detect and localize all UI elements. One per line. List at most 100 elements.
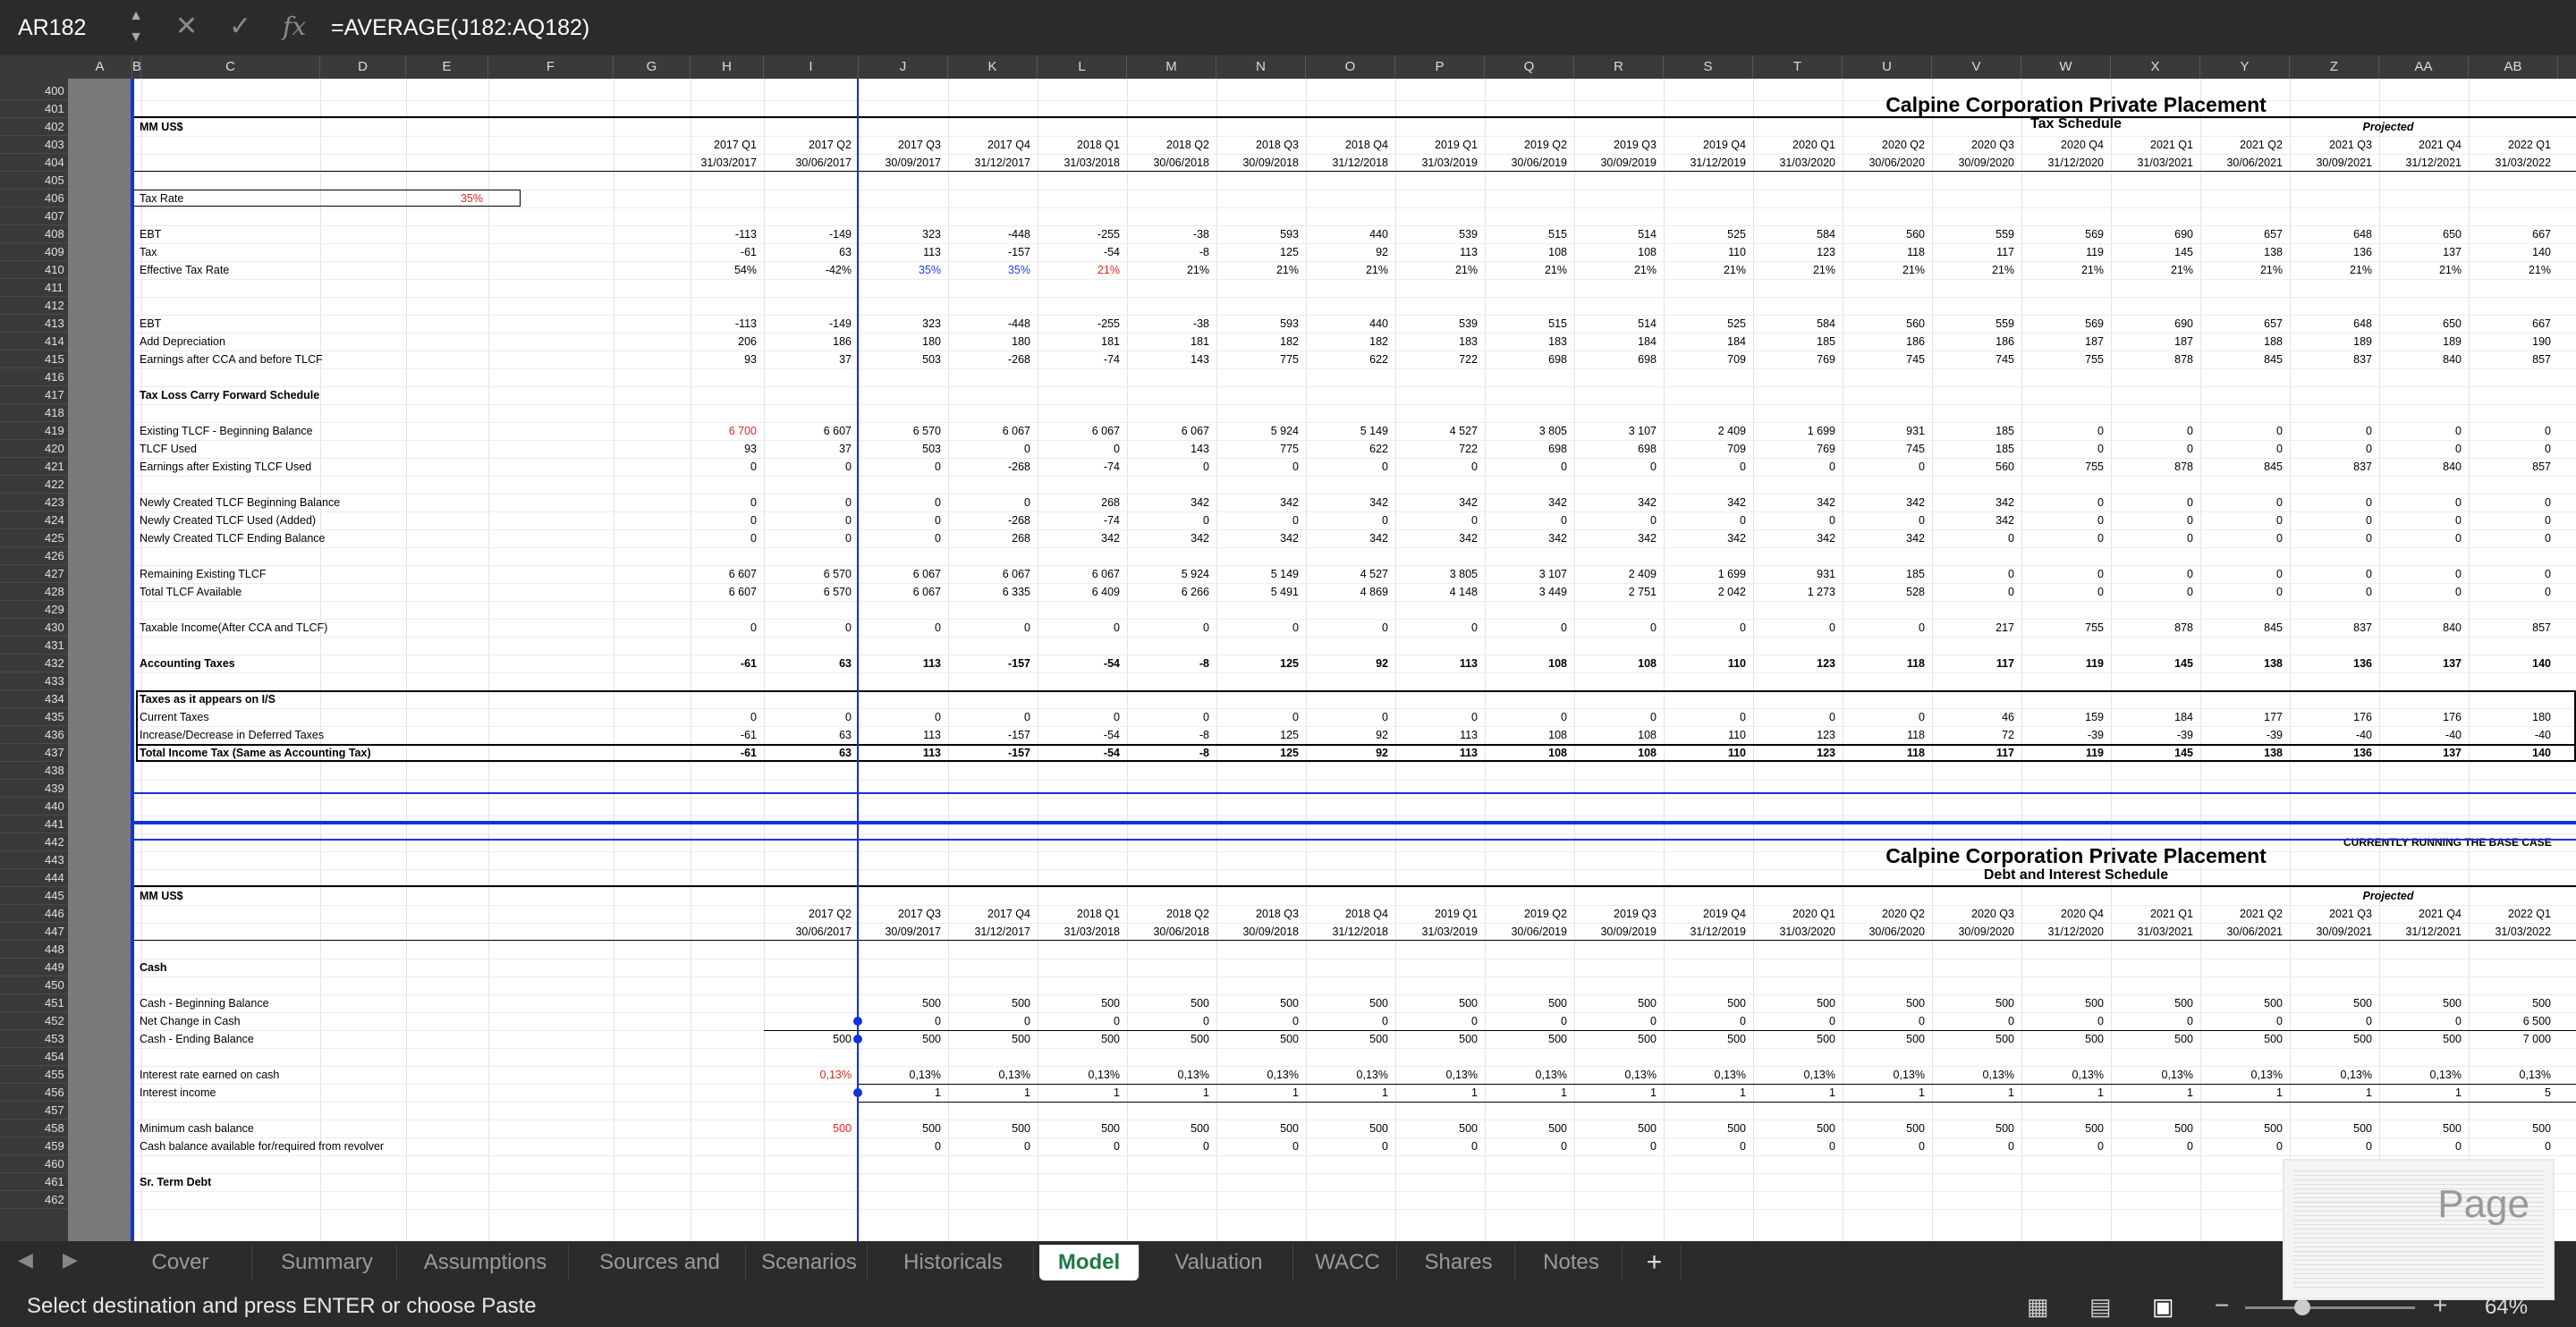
sheet-tab-historicals[interactable]: Historicals	[873, 1245, 1034, 1281]
sheet-tab-wacc[interactable]: WACC	[1299, 1245, 1397, 1281]
row-header-406[interactable]: 406	[0, 190, 68, 207]
row-header-430[interactable]: 430	[0, 619, 68, 637]
row-header-405[interactable]: 405	[0, 172, 68, 190]
zoom-slider-thumb[interactable]	[2294, 1299, 2310, 1315]
row-header-458[interactable]: 458	[0, 1120, 68, 1137]
row-header-424[interactable]: 424	[0, 511, 68, 529]
formula-input[interactable]: =AVERAGE(J182:AQ182)	[331, 7, 589, 48]
row-header-427[interactable]: 427	[0, 565, 68, 583]
row-header-413[interactable]: 413	[0, 315, 68, 333]
zoom-slider[interactable]	[2245, 1306, 2415, 1309]
row-header-410[interactable]: 410	[0, 261, 68, 279]
row-header-423[interactable]: 423	[0, 494, 68, 511]
sheet-tab-valuation[interactable]: Valuation	[1145, 1245, 1293, 1281]
row-header-414[interactable]: 414	[0, 333, 68, 351]
row-header-418[interactable]: 418	[0, 404, 68, 422]
column-header-z[interactable]: Z	[2290, 55, 2379, 79]
row-header-440[interactable]: 440	[0, 798, 68, 816]
row-header-408[interactable]: 408	[0, 225, 68, 243]
row-header-404[interactable]: 404	[0, 154, 68, 172]
row-header-441[interactable]: 441	[0, 816, 68, 833]
row-header-425[interactable]: 425	[0, 529, 68, 547]
row-header-420[interactable]: 420	[0, 440, 68, 458]
row-header-422[interactable]: 422	[0, 476, 68, 494]
enter-icon[interactable]: ✓	[229, 11, 251, 43]
column-header-s[interactable]: S	[1664, 55, 1753, 79]
prev-sheet-icon[interactable]: ◀	[18, 1248, 33, 1272]
column-header-aa[interactable]: AA	[2379, 55, 2469, 79]
row-header-443[interactable]: 443	[0, 851, 68, 869]
row-header-402[interactable]: 402	[0, 118, 68, 136]
page-preview-thumbnail[interactable]: Page	[2283, 1159, 2555, 1300]
column-header-x[interactable]: X	[2111, 55, 2200, 79]
row-header-421[interactable]: 421	[0, 458, 68, 476]
sheet-grid[interactable]: Calpine Corporation Private Placement Tax…	[68, 79, 2576, 1241]
row-header-400[interactable]: 400	[0, 82, 68, 100]
row-header-462[interactable]: 462	[0, 1191, 68, 1209]
row-header-452[interactable]: 452	[0, 1012, 68, 1030]
zoom-out-icon[interactable]: −	[2215, 1291, 2229, 1320]
cancel-icon[interactable]: ✕	[175, 11, 198, 43]
column-header-v[interactable]: V	[1932, 55, 2021, 79]
page-layout-view-icon[interactable]: ▤	[2089, 1293, 2112, 1321]
sheet-tab-assumptions[interactable]: Assumptions	[402, 1245, 569, 1281]
name-box[interactable]: AR182	[0, 7, 125, 48]
row-header-403[interactable]: 403	[0, 136, 68, 154]
row-header-409[interactable]: 409	[0, 243, 68, 261]
name-box-stepper-icon[interactable]: ▲ ▼	[127, 5, 145, 50]
page-break-view-icon[interactable]: ▣	[2152, 1293, 2174, 1321]
column-header-r[interactable]: R	[1574, 55, 1664, 79]
row-header-455[interactable]: 455	[0, 1066, 68, 1084]
row-header-401[interactable]: 401	[0, 100, 68, 118]
column-header-b[interactable]: B	[132, 55, 141, 79]
row-header-411[interactable]: 411	[0, 279, 68, 297]
column-header-j[interactable]: J	[859, 55, 948, 79]
row-header-456[interactable]: 456	[0, 1084, 68, 1102]
column-header-w[interactable]: W	[2021, 55, 2111, 79]
column-header-p[interactable]: P	[1395, 55, 1485, 79]
row-header-432[interactable]: 432	[0, 655, 68, 672]
row-header-459[interactable]: 459	[0, 1137, 68, 1155]
row-header-428[interactable]: 428	[0, 583, 68, 601]
row-header-437[interactable]: 437	[0, 744, 68, 762]
column-header-o[interactable]: O	[1306, 55, 1395, 79]
row-header-438[interactable]: 438	[0, 762, 68, 780]
next-sheet-icon[interactable]: ▶	[63, 1248, 78, 1272]
row-header-434[interactable]: 434	[0, 690, 68, 708]
row-header-446[interactable]: 446	[0, 905, 68, 923]
add-sheet-icon[interactable]: +	[1628, 1245, 1682, 1281]
column-header-q[interactable]: Q	[1485, 55, 1574, 79]
column-header-t[interactable]: T	[1753, 55, 1843, 79]
column-header-n[interactable]: N	[1216, 55, 1306, 79]
row-header-433[interactable]: 433	[0, 672, 68, 690]
column-header-y[interactable]: Y	[2200, 55, 2290, 79]
row-header-407[interactable]: 407	[0, 207, 68, 225]
row-header-454[interactable]: 454	[0, 1048, 68, 1066]
column-header-h[interactable]: H	[691, 55, 764, 79]
row-header-461[interactable]: 461	[0, 1173, 68, 1191]
sheet-tab-notes[interactable]: Notes	[1521, 1245, 1623, 1281]
sheet-tab-model[interactable]: Model	[1039, 1245, 1140, 1281]
row-header-416[interactable]: 416	[0, 368, 68, 386]
column-header-m[interactable]: M	[1127, 55, 1216, 79]
row-header-449[interactable]: 449	[0, 959, 68, 976]
column-header-i[interactable]: I	[764, 55, 859, 79]
column-header-u[interactable]: U	[1843, 55, 1932, 79]
sheet-tab-cover[interactable]: Cover	[109, 1245, 252, 1281]
row-header-431[interactable]: 431	[0, 637, 68, 655]
row-header-453[interactable]: 453	[0, 1030, 68, 1048]
row-header-439[interactable]: 439	[0, 780, 68, 798]
sheet-tab-sources-and-uses[interactable]: Sources and Uses	[574, 1245, 746, 1310]
row-header-419[interactable]: 419	[0, 422, 68, 440]
row-header-445[interactable]: 445	[0, 887, 68, 905]
sheet-tab-summary[interactable]: Summary	[258, 1245, 397, 1281]
row-header-436[interactable]: 436	[0, 726, 68, 744]
function-icon[interactable]: fx	[283, 11, 306, 43]
sheet-tab-scenarios[interactable]: Scenarios	[751, 1245, 868, 1281]
row-header-460[interactable]: 460	[0, 1155, 68, 1173]
column-header-d[interactable]: D	[320, 55, 406, 79]
normal-view-icon[interactable]: ▦	[2027, 1293, 2049, 1321]
column-header-a[interactable]: A	[68, 55, 132, 79]
row-header-447[interactable]: 447	[0, 923, 68, 941]
column-header-g[interactable]: G	[614, 55, 691, 79]
